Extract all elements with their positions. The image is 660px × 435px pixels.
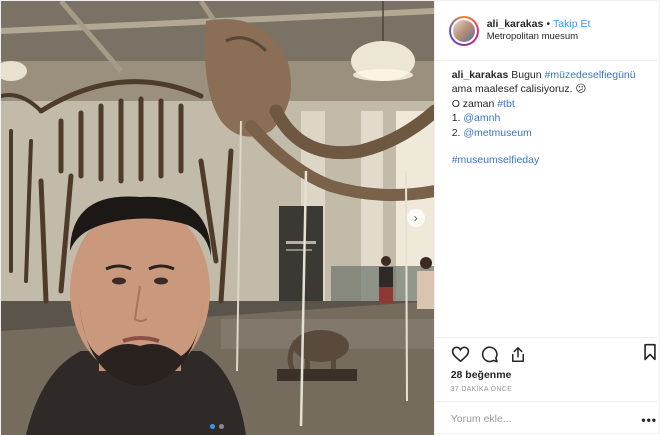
post-timestamp[interactable]: 37 DAKİKA ÖNCE — [451, 386, 659, 393]
location-link[interactable]: Metropolitan muesum — [487, 31, 591, 44]
heart-icon[interactable] — [451, 345, 470, 363]
post-sidebar: ali_karakas • Takip Et Metropolitan muesum… — [433, 1, 659, 435]
avatar[interactable] — [448, 15, 479, 46]
next-arrow[interactable]: › — [406, 209, 425, 227]
share-icon[interactable] — [509, 345, 527, 364]
caption-text: O zaman — [451, 97, 495, 110]
hashtag-link[interactable]: #müzedeselfiegünü — [545, 69, 636, 81]
list-number: 1. — [451, 112, 461, 125]
post-caption: ali_karakas Bugun #müzedeselfiegünü ama … — [435, 61, 659, 168]
hashtag-link[interactable]: #museumselfieday — [452, 154, 540, 166]
post-photo[interactable]: › — [1, 1, 434, 435]
like-count[interactable]: 28 beğenme — [451, 369, 659, 381]
chevron-right-icon: › — [413, 211, 418, 225]
mention-link[interactable]: @metmuseum — [463, 127, 531, 139]
caption-username[interactable]: ali_karakas — [452, 69, 509, 81]
carousel-dot-1 — [210, 424, 216, 429]
instagram-post: › ali_karakas • Takip Et Metropolitan mues… — [0, 0, 660, 435]
profile-picture — [452, 19, 475, 42]
mention-link[interactable]: @amnh — [463, 112, 500, 124]
hashtag-link[interactable]: #tbt — [497, 98, 515, 110]
museum-scene-image — [1, 1, 434, 435]
username-link[interactable]: ali_karakas — [487, 18, 544, 30]
comment-bubble-icon[interactable] — [480, 345, 499, 364]
bookmark-icon[interactable] — [643, 343, 657, 361]
carousel-dots — [1, 424, 434, 429]
separator-dot: • — [546, 18, 551, 30]
caption-text: ama maalesef calisiyoruz. 😕 — [451, 83, 587, 96]
more-options-icon[interactable]: ••• — [641, 413, 657, 427]
carousel-dot-2 — [219, 424, 225, 429]
caption-text: Bugun — [511, 69, 542, 81]
comment-input[interactable] — [450, 412, 621, 425]
comment-bar: ••• — [434, 401, 659, 435]
follow-button[interactable]: Takip Et — [553, 18, 590, 30]
action-bar: 28 beğenme 37 DAKİKA ÖNCE — [434, 337, 659, 393]
post-header: ali_karakas • Takip Et Metropolitan muesum — [434, 1, 659, 61]
list-number: 2. — [451, 126, 461, 139]
